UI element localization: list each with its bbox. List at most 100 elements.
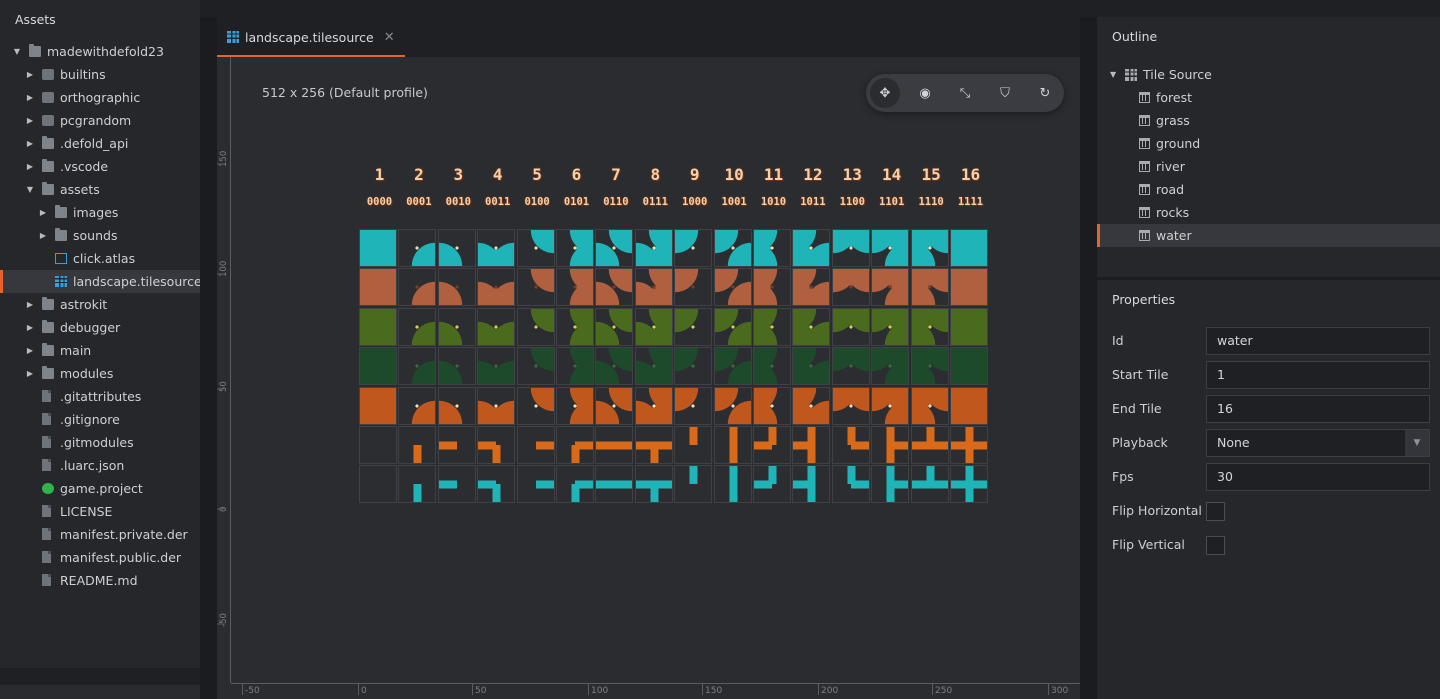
grass-tile[interactable]	[950, 307, 988, 346]
chevron-right-icon[interactable]: ▶	[25, 155, 35, 178]
forest-tile[interactable]	[792, 347, 831, 386]
tree-item[interactable]: ▶ modules	[0, 362, 200, 385]
tree-item[interactable]: ▶ pcgrandom	[0, 109, 200, 132]
grass-tile[interactable]	[595, 307, 634, 346]
road-tile[interactable]	[674, 426, 713, 464]
chevron-right-icon[interactable]: ▶	[38, 224, 48, 247]
road-tile[interactable]	[871, 426, 910, 464]
perspective-tool[interactable]: ⛉	[990, 78, 1020, 108]
forest-tile[interactable]	[674, 347, 713, 386]
water-tile[interactable]	[595, 229, 634, 267]
ground-tile[interactable]	[634, 268, 673, 307]
tree-item[interactable]: ▶ .vscode	[0, 155, 200, 178]
grass-tile[interactable]	[674, 307, 713, 346]
forest-tile[interactable]	[398, 347, 437, 386]
road-tile[interactable]	[437, 426, 476, 464]
rocks-tile[interactable]	[950, 386, 988, 425]
river-tile[interactable]	[556, 465, 594, 504]
tree-item[interactable]: .gitignore	[0, 408, 200, 431]
forest-tile[interactable]	[437, 347, 476, 386]
road-tile[interactable]	[713, 426, 752, 464]
tree-item[interactable]: ▼ madewithdefold23	[0, 40, 200, 63]
rocks-tile[interactable]	[871, 386, 910, 425]
rocks-tile[interactable]	[516, 386, 555, 425]
tree-item[interactable]: ▶ orthographic	[0, 86, 200, 109]
water-tile[interactable]	[871, 229, 910, 267]
river-tile[interactable]	[674, 465, 713, 504]
ground-tile[interactable]	[871, 268, 910, 307]
rocks-tile[interactable]	[792, 386, 831, 425]
forest-tile[interactable]	[477, 347, 516, 386]
tab-landscape-tilesource[interactable]: landscape.tilesource ✕	[217, 17, 405, 57]
tree-item[interactable]: ▶ debugger	[0, 316, 200, 339]
water-tile[interactable]	[792, 229, 831, 267]
splitter-outline-props[interactable]	[1097, 277, 1440, 280]
tree-item[interactable]: landscape.tilesource	[0, 270, 202, 293]
tree-item[interactable]: manifest.public.der	[0, 546, 200, 569]
grass-tile[interactable]	[437, 307, 476, 346]
tree-item[interactable]: ▼ assets	[0, 178, 200, 201]
chevron-down-icon[interactable]: ▼	[25, 178, 35, 201]
river-tile[interactable]	[753, 465, 791, 504]
ground-tile[interactable]	[910, 268, 949, 307]
grass-tile[interactable]	[398, 307, 437, 346]
river-tile[interactable]	[595, 465, 634, 504]
forest-tile[interactable]	[950, 347, 988, 386]
water-tile[interactable]	[516, 229, 555, 267]
tree-item[interactable]: click.atlas	[0, 247, 200, 270]
tree-item[interactable]: .gitmodules	[0, 431, 200, 454]
river-tile[interactable]	[871, 465, 910, 504]
water-tile[interactable]	[398, 229, 437, 267]
forest-tile[interactable]	[359, 347, 397, 386]
ground-tile[interactable]	[753, 268, 791, 307]
ground-tile[interactable]	[477, 268, 516, 307]
grass-tile[interactable]	[792, 307, 831, 346]
tree-item[interactable]: ▶ builtins	[0, 63, 200, 86]
tree-item[interactable]: .luarc.json	[0, 454, 200, 477]
road-tile[interactable]	[477, 426, 516, 464]
forest-tile[interactable]	[753, 347, 791, 386]
tree-item[interactable]: ▶ sounds	[0, 224, 200, 247]
tree-item[interactable]: game.project	[0, 477, 200, 500]
water-tile[interactable]	[950, 229, 988, 267]
river-tile[interactable]	[713, 465, 752, 504]
road-tile[interactable]	[595, 426, 634, 464]
rocks-tile[interactable]	[556, 386, 594, 425]
chevron-right-icon[interactable]: ▶	[38, 201, 48, 224]
grass-tile[interactable]	[831, 307, 870, 346]
water-tile[interactable]	[556, 229, 594, 267]
forest-tile[interactable]	[910, 347, 949, 386]
rocks-tile[interactable]	[359, 386, 397, 425]
road-tile[interactable]	[950, 426, 988, 464]
road-tile[interactable]	[910, 426, 949, 464]
water-tile[interactable]	[910, 229, 949, 267]
rocks-tile[interactable]	[437, 386, 476, 425]
grass-tile[interactable]	[910, 307, 949, 346]
chevron-right-icon[interactable]: ▶	[25, 316, 35, 339]
rocks-tile[interactable]	[831, 386, 870, 425]
chevron-right-icon[interactable]: ▶	[25, 63, 35, 86]
scene-canvas[interactable]: 150 100 50 0 -50 -50 0 50 100 150 200 250 300 512 x…	[217, 57, 1080, 699]
forest-tile[interactable]	[595, 347, 634, 386]
reset-view-tool[interactable]: ↻	[1030, 78, 1060, 108]
road-tile[interactable]	[359, 426, 397, 464]
chevron-right-icon[interactable]: ▶	[25, 293, 35, 316]
tree-item[interactable]: README.md	[0, 569, 200, 592]
outline-item-ground[interactable]: ground	[1097, 132, 1440, 155]
river-tile[interactable]	[398, 465, 437, 504]
ground-tile[interactable]	[595, 268, 634, 307]
water-tile[interactable]	[753, 229, 791, 267]
grass-tile[interactable]	[753, 307, 791, 346]
rocks-tile[interactable]	[753, 386, 791, 425]
outline-item-road[interactable]: road	[1097, 178, 1440, 201]
chevron-right-icon[interactable]: ▶	[25, 339, 35, 362]
water-tile[interactable]	[713, 229, 752, 267]
grass-tile[interactable]	[516, 307, 555, 346]
end-tile-field[interactable]: 16	[1206, 395, 1430, 423]
river-tile[interactable]	[634, 465, 673, 504]
road-tile[interactable]	[753, 426, 791, 464]
splitter-left[interactable]	[200, 17, 217, 699]
forest-tile[interactable]	[516, 347, 555, 386]
ground-tile[interactable]	[437, 268, 476, 307]
road-tile[interactable]	[792, 426, 831, 464]
